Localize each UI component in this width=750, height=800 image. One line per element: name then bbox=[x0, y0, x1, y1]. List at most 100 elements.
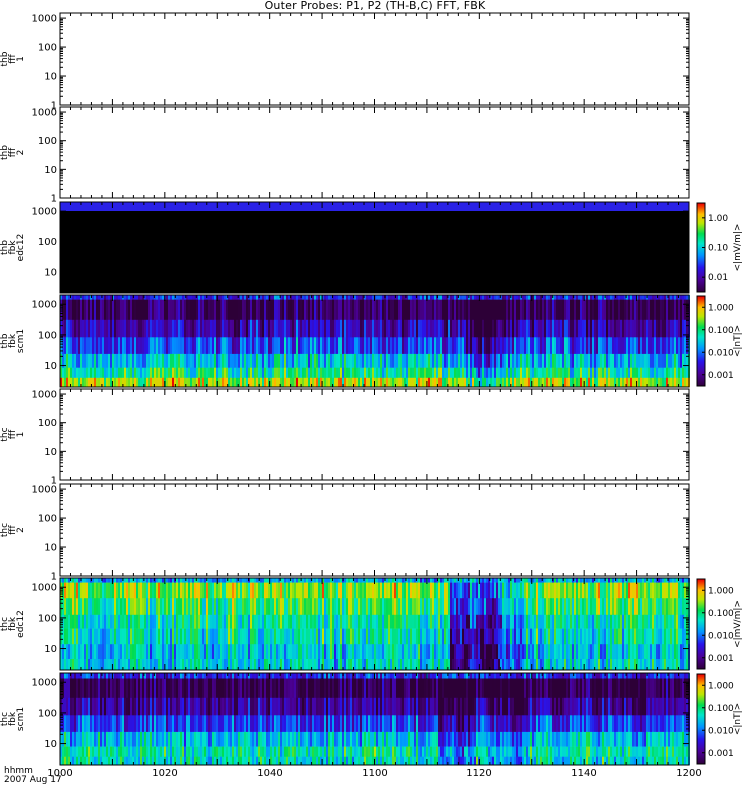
spectrogram-cell bbox=[346, 582, 348, 599]
spectrogram-cell bbox=[368, 319, 370, 338]
spectrogram-cell bbox=[110, 353, 112, 368]
spectrogram-cell bbox=[152, 628, 154, 645]
spectrogram-cell bbox=[268, 319, 270, 338]
spectrogram-cell bbox=[444, 578, 446, 583]
spectrogram-cell bbox=[588, 299, 590, 321]
spectrogram-cell bbox=[626, 299, 628, 321]
spectrogram-cell bbox=[606, 319, 608, 338]
spectrogram-cell bbox=[212, 614, 214, 629]
spectrogram-cell bbox=[180, 299, 182, 321]
spectrogram-cell bbox=[518, 353, 520, 368]
spectrogram-cell bbox=[122, 353, 124, 368]
spectrogram-cell bbox=[506, 367, 508, 379]
spectrogram-cell bbox=[366, 578, 368, 583]
spectrogram-cell bbox=[386, 582, 388, 599]
spectrogram-cell bbox=[286, 659, 288, 671]
spectrogram-cell bbox=[102, 367, 104, 379]
spectrogram-cell bbox=[600, 299, 602, 321]
spectrogram-cell bbox=[288, 295, 290, 300]
spectrogram-cell bbox=[126, 598, 128, 616]
spectrogram-cell bbox=[108, 644, 110, 660]
spectrogram-cell bbox=[152, 319, 154, 338]
spectrogram-cell bbox=[488, 353, 490, 368]
spectrogram-cell bbox=[180, 578, 182, 583]
spectrogram-cell bbox=[160, 628, 162, 645]
spectrogram-cell bbox=[244, 644, 246, 660]
colorbar-tick-label: 0.100 bbox=[708, 326, 734, 336]
spectrogram-cell bbox=[502, 337, 504, 355]
spectrogram-cell bbox=[276, 582, 278, 599]
spectrogram-cell bbox=[106, 644, 108, 660]
spectrogram-cell bbox=[642, 367, 644, 379]
spectrogram-cell bbox=[150, 582, 152, 599]
spectrogram-cell bbox=[104, 598, 106, 616]
spectrogram-cell bbox=[408, 582, 410, 599]
spectrogram-cell bbox=[604, 353, 606, 368]
spectrogram-cell bbox=[434, 644, 436, 660]
spectrogram-cell bbox=[286, 377, 288, 388]
spectrogram-cell bbox=[162, 295, 164, 300]
spectrogram-cell bbox=[360, 299, 362, 321]
spectrogram-cell bbox=[474, 578, 476, 583]
spectrogram-cell bbox=[510, 367, 512, 379]
spectrogram-cell bbox=[350, 299, 352, 321]
spectrogram-cell bbox=[446, 353, 448, 368]
spectrogram-cell bbox=[360, 598, 362, 616]
spectrogram-cell bbox=[150, 299, 152, 321]
spectrogram-cell bbox=[132, 644, 134, 660]
spectrogram-cell bbox=[124, 659, 126, 671]
spectrogram-cell bbox=[508, 295, 510, 300]
spectrogram-cell bbox=[326, 377, 328, 388]
spectrogram-cell bbox=[440, 337, 442, 355]
spectrogram-cell bbox=[470, 659, 472, 671]
spectrogram-cell bbox=[450, 598, 452, 616]
spectrogram-cell bbox=[320, 644, 322, 660]
spectrogram-cell bbox=[598, 337, 600, 355]
spectrogram-cell bbox=[66, 578, 68, 583]
spectrogram-cell bbox=[460, 377, 462, 388]
spectrogram-cell bbox=[480, 295, 482, 300]
spectrogram-cell bbox=[306, 367, 308, 379]
spectrogram-cell bbox=[336, 628, 338, 645]
spectrogram-cell bbox=[146, 377, 148, 388]
spectrogram-cell bbox=[356, 598, 358, 616]
spectrogram-cell bbox=[368, 578, 370, 583]
spectrogram-cell bbox=[574, 337, 576, 355]
spectrogram-cell bbox=[124, 299, 126, 321]
spectrogram-cell bbox=[296, 367, 298, 379]
spectrogram-cell bbox=[274, 614, 276, 629]
spectrogram-cell bbox=[316, 295, 318, 300]
spectrogram-cell bbox=[398, 299, 400, 321]
spectrogram-cell bbox=[528, 295, 530, 300]
spectrogram-cell bbox=[632, 377, 634, 388]
spectrogram-cell bbox=[394, 299, 396, 321]
spectrogram-cell bbox=[82, 644, 84, 660]
spectrogram-cell bbox=[192, 644, 194, 660]
spectrogram-cell bbox=[78, 377, 80, 388]
spectrogram-cell bbox=[190, 644, 192, 660]
spectrogram-cell bbox=[102, 582, 104, 599]
spectrogram-cell bbox=[112, 644, 114, 660]
spectrogram-cell bbox=[150, 377, 152, 388]
spectrogram-cell bbox=[478, 337, 480, 355]
spectrogram-cell bbox=[404, 367, 406, 379]
spectrogram-cell bbox=[62, 578, 64, 583]
spectrogram-cell bbox=[588, 319, 590, 338]
spectrogram-cell bbox=[76, 628, 78, 645]
spectrogram-cell bbox=[232, 353, 234, 368]
spectrogram-cell bbox=[488, 299, 490, 321]
spectrogram-cell bbox=[600, 353, 602, 368]
spectrogram-cell bbox=[440, 659, 442, 671]
spectrogram-cell bbox=[266, 614, 268, 629]
spectrogram-cell bbox=[96, 337, 98, 355]
spectrogram-cell bbox=[336, 578, 338, 583]
spectrogram-cell bbox=[148, 353, 150, 368]
spectrogram-cell bbox=[460, 659, 462, 671]
spectrogram-cell bbox=[528, 353, 530, 368]
spectrogram-cell bbox=[490, 353, 492, 368]
spectrogram-cell bbox=[202, 367, 204, 379]
spectrogram-cell bbox=[380, 578, 382, 583]
spectrogram-cell bbox=[388, 578, 390, 583]
spectrogram-cell bbox=[92, 295, 94, 300]
spectrogram-cell bbox=[482, 377, 484, 388]
